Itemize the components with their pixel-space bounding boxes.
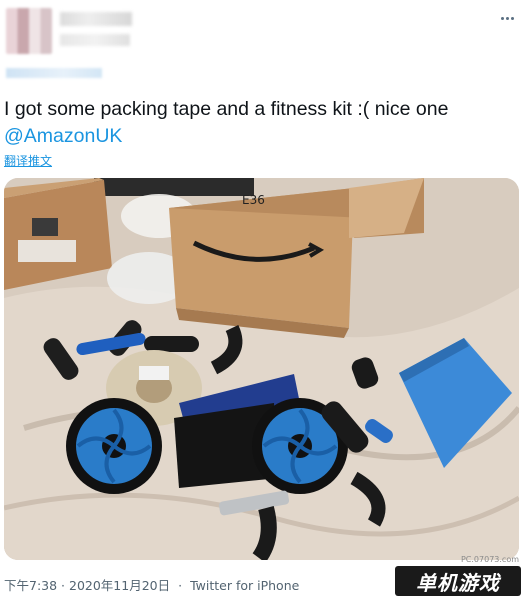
watermark-logo: 单机游戏 <box>395 566 521 596</box>
source-label[interactable]: Twitter for iPhone <box>190 578 299 593</box>
tweet-text: I got some packing tape and a fitness ki… <box>4 96 519 150</box>
ab-roller-wheel <box>66 398 162 494</box>
username-blurred[interactable] <box>60 34 130 46</box>
display-name-blurred[interactable] <box>60 12 132 26</box>
tweet-photo[interactable]: E36 <box>4 178 519 560</box>
watermark-url: PC.07073.com <box>460 555 519 564</box>
tweet-body: I got some packing tape and a fitness ki… <box>4 98 449 120</box>
dot <box>505 16 509 20</box>
avatar[interactable] <box>6 8 52 54</box>
separator: · <box>178 578 183 593</box>
photo-illustration: E36 <box>4 178 519 560</box>
timestamp[interactable]: 下午7:38 · 2020年11月20日 <box>4 578 170 593</box>
mention-link[interactable]: @AmazonUK <box>4 125 122 147</box>
more-options-icon[interactable] <box>497 10 517 26</box>
dot <box>500 16 504 20</box>
reply-context-blurred <box>6 68 102 78</box>
dot <box>510 16 514 20</box>
dark-fabric <box>94 178 254 196</box>
box-label: E36 <box>242 193 265 207</box>
tweet-meta: 下午7:38 · 2020年11月20日 · Twitter for iPhon… <box>4 575 299 594</box>
translate-tweet-link[interactable]: 翻译推文 <box>4 152 52 169</box>
watermark-logo-text: 单机游戏 <box>416 570 500 595</box>
